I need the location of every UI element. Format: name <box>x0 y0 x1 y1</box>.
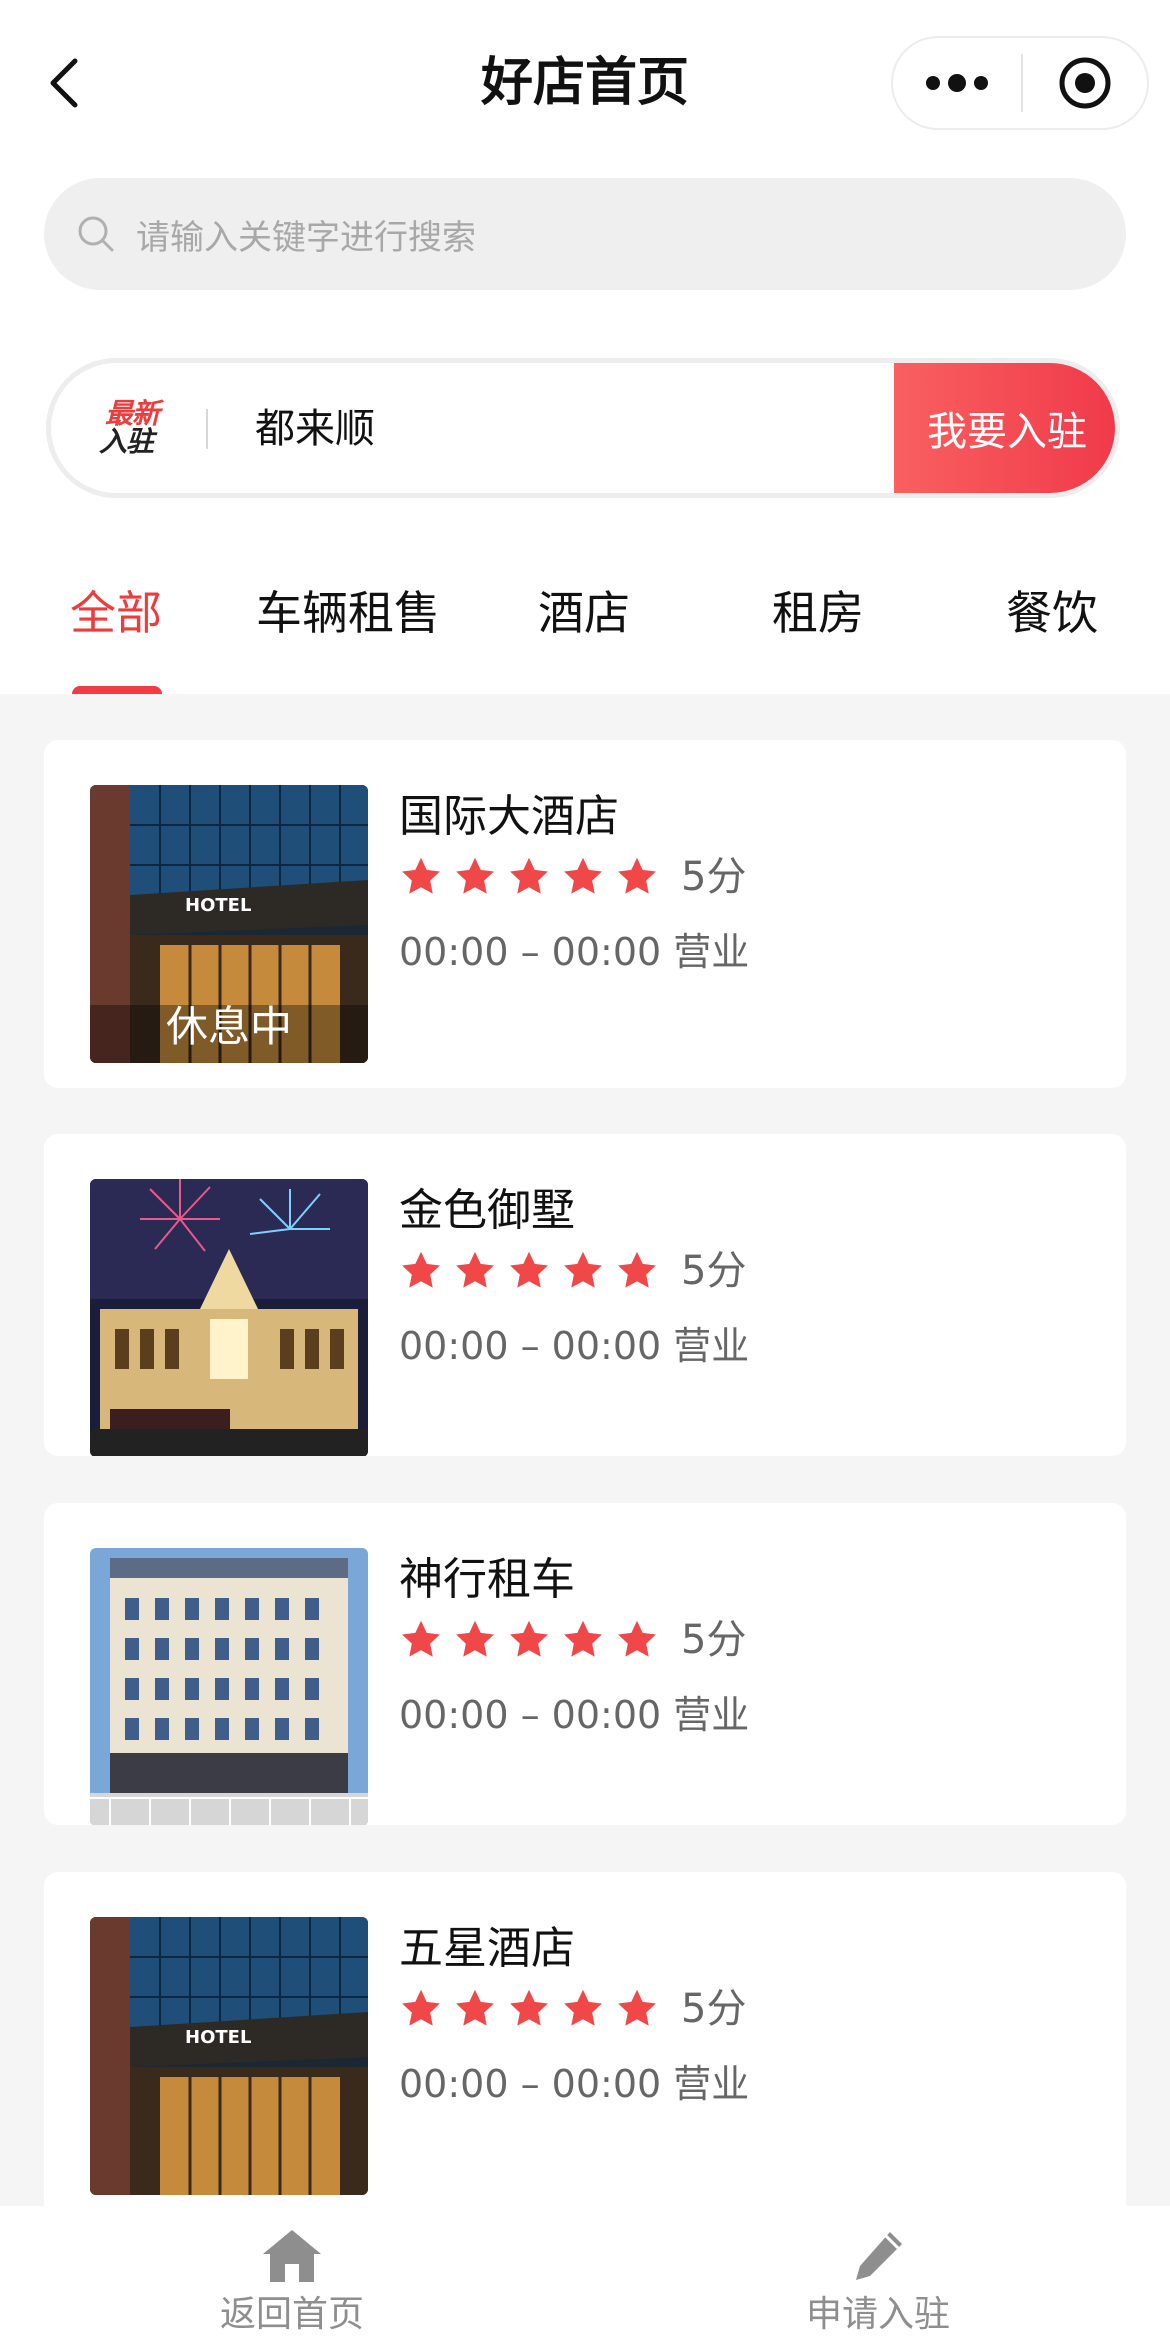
bottom-tab-bar: 返回首页 申请入驻 <box>0 2206 1170 2343</box>
star-icon <box>564 1251 602 1288</box>
shop-image: HOTEL <box>90 1917 368 2195</box>
tabbar-apply-label: 申请入驻 <box>805 2294 950 2335</box>
announcement-shop-name[interactable]: 都来顺 <box>255 401 375 457</box>
mini-program-capsule <box>891 36 1149 130</box>
business-hours: 00:00 – 00:00 营业 <box>399 1324 750 1368</box>
rating-stars: 5分 <box>399 1617 746 1663</box>
star-icon <box>618 1620 656 1657</box>
svg-text:HOTEL: HOTEL <box>185 895 251 916</box>
search-placeholder: 请输入关键字进行搜索 <box>136 217 476 258</box>
tab-house-rental[interactable]: 租房 <box>772 578 864 648</box>
closed-status-label: 休息中 <box>165 1002 292 1051</box>
close-program-button[interactable] <box>1023 38 1147 128</box>
tab-all[interactable]: 全部 <box>70 578 162 648</box>
star-icon <box>618 1989 656 2026</box>
star-icon <box>510 1251 548 1288</box>
star-icon <box>510 1989 548 2026</box>
tab-hotel[interactable]: 酒店 <box>538 578 630 648</box>
rating-stars: 5分 <box>399 1248 746 1294</box>
rating-score: 5分 <box>681 1617 747 1663</box>
search-input[interactable]: 请输入关键字进行搜索 <box>44 178 1126 290</box>
tab-dining[interactable]: 餐饮 <box>1006 578 1098 648</box>
star-icon <box>402 857 440 894</box>
shop-image: HOTEL 休息中 <box>90 785 368 1063</box>
star-icon <box>618 1251 656 1288</box>
business-hours: 00:00 – 00:00 营业 <box>399 2062 750 2106</box>
shop-name: 神行租车 <box>399 1554 575 1605</box>
business-hours: 00:00 – 00:00 营业 <box>399 930 750 974</box>
rating-stars: 5分 <box>399 854 746 900</box>
target-icon <box>1059 57 1111 109</box>
tabbar-home-label: 返回首页 <box>219 2294 364 2335</box>
shop-name: 金色御墅 <box>399 1185 575 1236</box>
shop-name: 国际大酒店 <box>399 791 619 842</box>
shop-card[interactable]: HOTEL 五星酒店 5分 00:00 – 00:00 营业 <box>44 1872 1126 2220</box>
active-tab-indicator <box>72 686 162 694</box>
header-area: 好店首页 请输入关键字进行搜索 最新 入驻 都来顺 我要入驻 全部 车辆租售 酒… <box>0 0 1170 694</box>
star-icon <box>456 1251 494 1288</box>
page: 好店首页 请输入关键字进行搜索 最新 入驻 都来顺 我要入驻 全部 车辆租售 酒… <box>0 0 1170 2343</box>
star-icon <box>456 857 494 894</box>
badge-line2: 入驻 <box>99 425 154 458</box>
svg-text:HOTEL: HOTEL <box>185 2027 251 2048</box>
star-icon <box>510 1620 548 1657</box>
star-icon <box>456 1989 494 2026</box>
announcement-divider <box>206 409 208 449</box>
home-icon <box>263 2230 321 2282</box>
star-icon <box>564 1989 602 2026</box>
new-shop-announcement: 最新 入驻 都来顺 我要入驻 <box>46 358 1120 498</box>
rating-score: 5分 <box>681 1248 747 1294</box>
rating-stars: 5分 <box>399 1986 746 2032</box>
star-icon <box>564 1620 602 1657</box>
search-icon <box>78 216 114 252</box>
rating-score: 5分 <box>681 854 747 900</box>
more-dots-icon <box>926 74 988 92</box>
star-icon <box>564 857 602 894</box>
star-icon <box>618 857 656 894</box>
category-tabs: 全部 车辆租售 酒店 租房 餐饮 <box>0 578 1170 694</box>
pencil-icon <box>856 2232 902 2280</box>
shop-card[interactable]: HOTEL 休息中 国际大酒店 5分 00:00 – 00:00 营业 <box>44 740 1126 1088</box>
business-hours: 00:00 – 00:00 营业 <box>399 1693 750 1737</box>
star-icon <box>402 1989 440 2026</box>
tabbar-home[interactable]: 返回首页 <box>142 2206 442 2343</box>
new-joined-badge: 最新 入驻 <box>99 399 183 459</box>
shop-image <box>90 1548 368 1825</box>
tab-vehicle-rental[interactable]: 车辆租售 <box>256 578 440 648</box>
star-icon <box>402 1251 440 1288</box>
star-icon <box>402 1620 440 1657</box>
tabbar-apply[interactable]: 申请入驻 <box>728 2206 1028 2343</box>
more-button[interactable] <box>893 38 1021 128</box>
rating-score: 5分 <box>681 1986 747 2032</box>
join-button[interactable]: 我要入驻 <box>894 363 1115 493</box>
star-icon <box>456 1620 494 1657</box>
shop-card[interactable]: 神行租车 5分 00:00 – 00:00 营业 <box>44 1503 1126 1825</box>
shop-name: 五星酒店 <box>399 1923 575 1974</box>
star-icon <box>510 857 548 894</box>
shop-card[interactable]: 金色御墅 5分 00:00 – 00:00 营业 <box>44 1134 1126 1456</box>
shop-image <box>90 1179 368 1456</box>
